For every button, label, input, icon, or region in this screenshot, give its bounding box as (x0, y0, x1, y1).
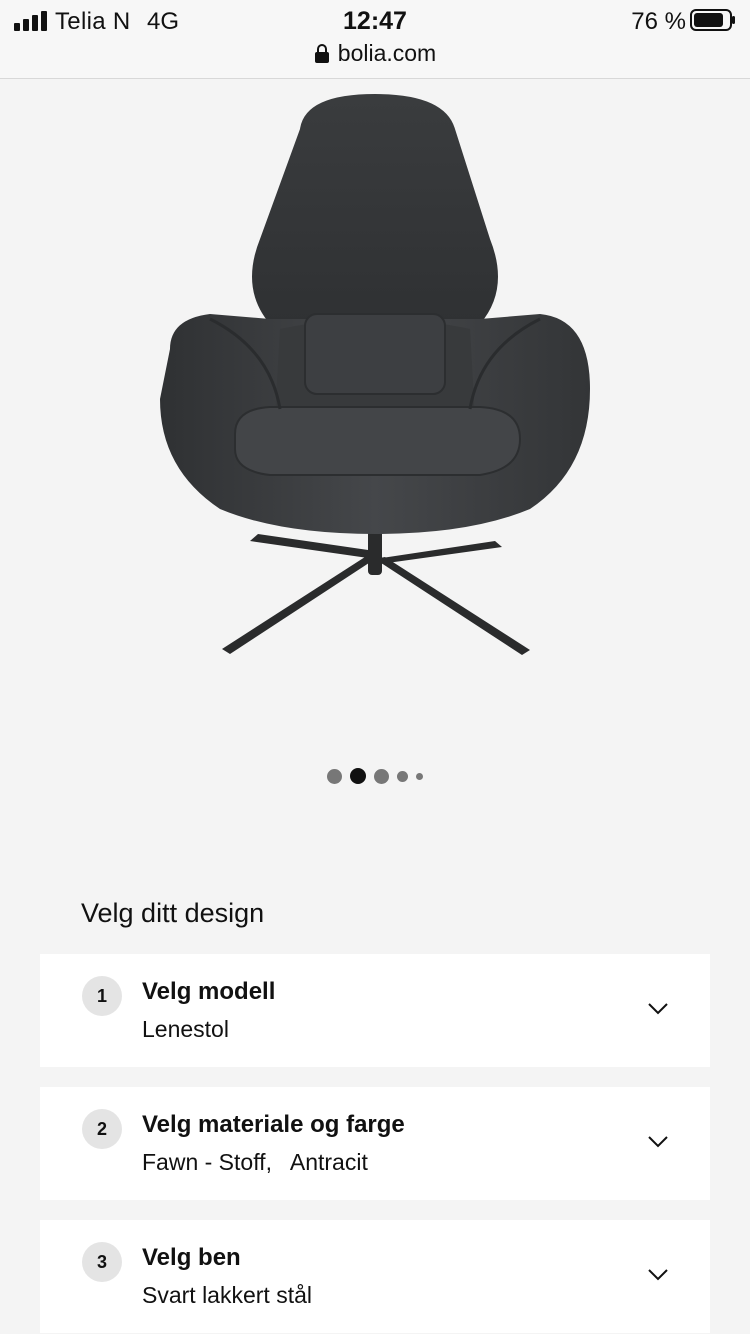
step-heading: Velg modell (142, 978, 276, 1005)
address-bar[interactable]: bolia.com (0, 40, 750, 67)
battery-icon (690, 9, 735, 31)
step-model-accordion[interactable]: 1 Velg modell Lenestol (40, 954, 710, 1067)
battery-percentage: 76 % (631, 8, 686, 35)
step-selected-value: Svart lakkert stål (142, 1282, 312, 1308)
step-heading: Velg materiale og farge (142, 1111, 405, 1138)
url-text: bolia.com (337, 40, 437, 66)
carousel-dot[interactable] (374, 768, 389, 784)
step-selected-value: Lenestol (142, 1016, 229, 1042)
step-number-badge: 1 (82, 976, 122, 1016)
step-number-badge: 2 (82, 1109, 122, 1149)
chevron-down-icon[interactable] (647, 1268, 669, 1282)
step-heading: Velg ben (142, 1244, 241, 1271)
step-legs-accordion[interactable]: 3 Velg ben Svart lakkert stål (40, 1220, 710, 1333)
lock-icon (314, 44, 329, 63)
product-gallery[interactable] (0, 79, 750, 739)
step-number-badge: 3 (82, 1242, 122, 1282)
step-selected-value: Fawn - Stoff, Antracit (142, 1149, 368, 1175)
step-material-accordion[interactable]: 2 Velg materiale og farge Fawn - Stoff, … (40, 1087, 710, 1200)
carousel-dot[interactable] (416, 772, 423, 780)
chevron-down-icon[interactable] (647, 1002, 669, 1016)
status-bar: Telia N 4G 12:47 76 % bolia.com (0, 0, 750, 79)
carousel-dot-active[interactable] (350, 768, 366, 784)
carousel-indicator[interactable] (0, 768, 750, 788)
lounge-chair-image (160, 94, 590, 655)
carousel-dot[interactable] (397, 770, 408, 782)
chevron-down-icon[interactable] (647, 1135, 669, 1149)
configurator-title: Velg ditt design (81, 898, 265, 928)
carousel-dot[interactable] (327, 768, 342, 784)
